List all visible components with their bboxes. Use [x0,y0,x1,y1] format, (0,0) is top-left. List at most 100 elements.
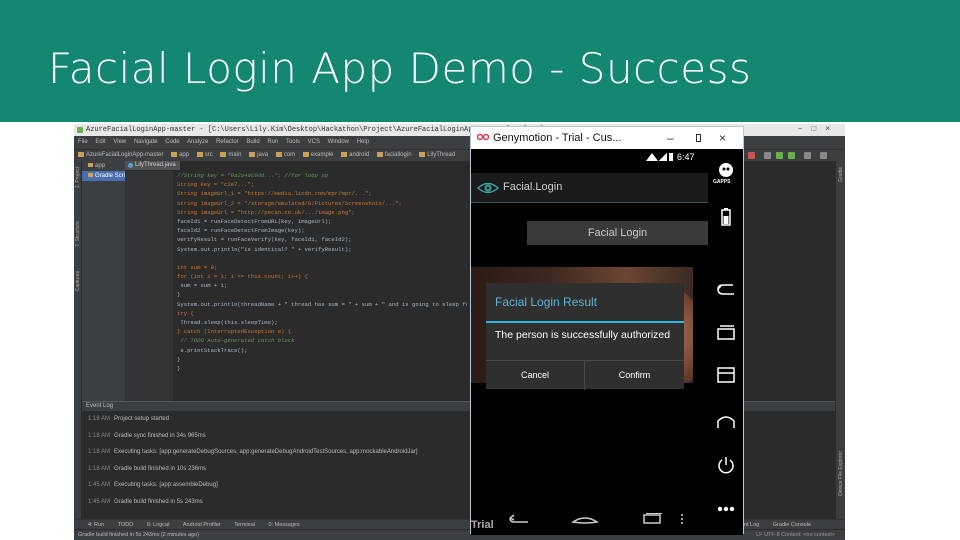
trial-watermark: Trial [471,519,494,531]
event-message[interactable]: Executing tasks: [app:assembleDebug] [114,482,218,488]
event-message[interactable]: Gradle sync finished in 34s 965ms [114,433,206,439]
tab-logcat[interactable]: 6: Logcat [147,522,170,528]
power-icon[interactable] [716,455,736,475]
menu-vcs[interactable]: VCS [308,139,320,145]
confirm-button[interactable]: Confirm [585,361,684,390]
tab-todo[interactable]: TODO [118,522,134,528]
menu-button-icon[interactable] [716,365,736,385]
tab-terminal[interactable]: Terminal [234,522,255,528]
code-line: 240try { [177,309,467,318]
code-line: 232verifyResult = runFaceVerify(key, fac… [177,235,467,244]
menu-help[interactable]: Help [357,139,369,145]
code-line: 239System.out.println(threadName + " thr… [177,300,467,309]
home-icon[interactable] [571,513,599,525]
tab-run[interactable]: 4: Run [88,522,104,528]
sync-icon[interactable] [764,152,771,159]
menu-navigate[interactable]: Navigate [134,139,158,145]
device-screen: 6:47 Facial.Login Facial Login Facial Lo… [471,149,708,535]
menu-refactor[interactable]: Refactor [216,139,239,145]
line-text: } [177,364,181,372]
tab-android-profiler[interactable]: Android Profiler [183,522,221,528]
genymotion-sidebar: GAPPS [708,149,743,535]
wifi-icon [646,153,658,161]
line-text: faceId2 = runFaceDetectFromImage(key); [177,227,305,235]
stop-icon[interactable] [748,152,755,159]
dialog-divider [486,321,684,323]
breadcrumb-item[interactable]: android [341,150,369,161]
sdk-manager-icon[interactable] [788,152,795,159]
recent-apps-icon[interactable] [641,513,663,525]
breadcrumb-item[interactable]: LilyThread [419,150,455,161]
code-line: 233System.out.println("is identical? " +… [177,245,467,254]
more-options-icon[interactable] [716,499,736,519]
line-text: verifyResult = runFaceVerify(key, faceId… [177,236,352,244]
android-status-bar: 6:47 [471,149,708,165]
gapps-label: GAPPS [713,179,731,185]
tab-captures[interactable]: Captures [75,271,81,291]
event-message[interactable]: Gradle build finished in 5s 243ms [114,499,203,505]
line-text: } [177,291,181,299]
close-icon[interactable]: × [719,127,726,149]
battery-widget-icon[interactable] [716,207,736,227]
code-line: 235int sum = 0; [177,263,467,272]
facial-login-button[interactable]: Facial Login [527,221,708,245]
tab-project[interactable]: 1: Project [75,167,81,188]
menu-view[interactable]: View [113,139,126,145]
avd-manager-icon[interactable] [776,152,783,159]
overflow-menu-icon[interactable] [679,513,685,525]
breadcrumb-item[interactable]: com [276,150,295,161]
home-button-icon[interactable] [716,411,736,431]
menu-code[interactable]: Code [165,139,179,145]
cancel-button[interactable]: Cancel [486,361,585,390]
menu-run[interactable]: Run [267,139,278,145]
ide-window-controls[interactable]: –□× [798,124,839,136]
structure-icon[interactable] [804,152,811,159]
editor-tab[interactable]: LilyThread.java [125,161,180,170]
maximize-icon[interactable] [696,134,701,142]
menu-edit[interactable]: Edit [95,139,105,145]
breadcrumb-item[interactable]: AzureFacialLoginApp-master [78,150,163,161]
line-text: for (int i = 1; i <= this.count; i++) { [177,273,308,281]
menu-file[interactable]: File [78,139,88,145]
gapps-icon[interactable] [716,161,736,181]
project-tree-item-app[interactable]: app [82,161,125,171]
back-button-icon[interactable] [716,281,736,301]
tab-device-file-explorer[interactable]: Device File Explorer [838,451,844,496]
recent-apps-button-icon[interactable] [716,323,736,343]
event-time: 1:18 AM [88,432,111,439]
signal-icon [659,153,667,161]
menu-window[interactable]: Window [328,139,349,145]
menu-analyze[interactable]: Analyze [187,139,208,145]
code-line: 241 Thread.sleep(this.sleepTime); [177,318,467,327]
event-message[interactable]: Gradle build finished in 10s 236ms [114,466,206,472]
menu-tools[interactable]: Tools [286,139,300,145]
minimize-icon[interactable]: – [667,127,674,149]
breadcrumb-item[interactable]: example [303,150,334,161]
code-line: 230faceId1 = runFaceDetectFromURL(key, i… [177,217,467,226]
code-editor[interactable]: LilyThread.java 225//String key = "0a2a4… [125,161,469,401]
tab-messages[interactable]: 0: Messages [269,522,300,528]
breadcrumb-item[interactable]: faciallogin [377,150,412,161]
breadcrumb-item[interactable]: app [171,150,189,161]
code-line: 227String imageUrl_1 = "https://media.li… [177,189,467,198]
breadcrumb-item[interactable]: src [197,150,213,161]
project-tree-item-gradle-scripts[interactable]: Gradle Scripts [82,171,125,181]
line-text: } [177,355,181,363]
event-message[interactable]: Project setup started [114,416,169,422]
dialog-message: The person is successfully authorized [495,329,671,341]
search-icon[interactable] [820,152,827,159]
breadcrumb-item[interactable]: main [220,150,241,161]
app-title: Facial.Login [503,181,563,193]
breadcrumb-item[interactable]: java [249,150,268,161]
menu-build[interactable]: Build [246,139,259,145]
event-message[interactable]: Executing tasks: [app:generateDebugSourc… [114,449,418,455]
tab-gradle-console[interactable]: Gradle Console [773,522,811,528]
battery-icon [669,153,673,161]
tab-gradle[interactable]: Gradle [838,167,844,182]
event-time: 1:18 AM [88,449,111,455]
line-text: try { [177,309,194,317]
code-line: 243 // TODO Auto-generated catch block [177,336,467,345]
tab-structure[interactable]: 7: Structure [75,221,81,247]
back-icon[interactable] [508,513,530,525]
project-panel: app Gradle Scripts [82,161,125,401]
